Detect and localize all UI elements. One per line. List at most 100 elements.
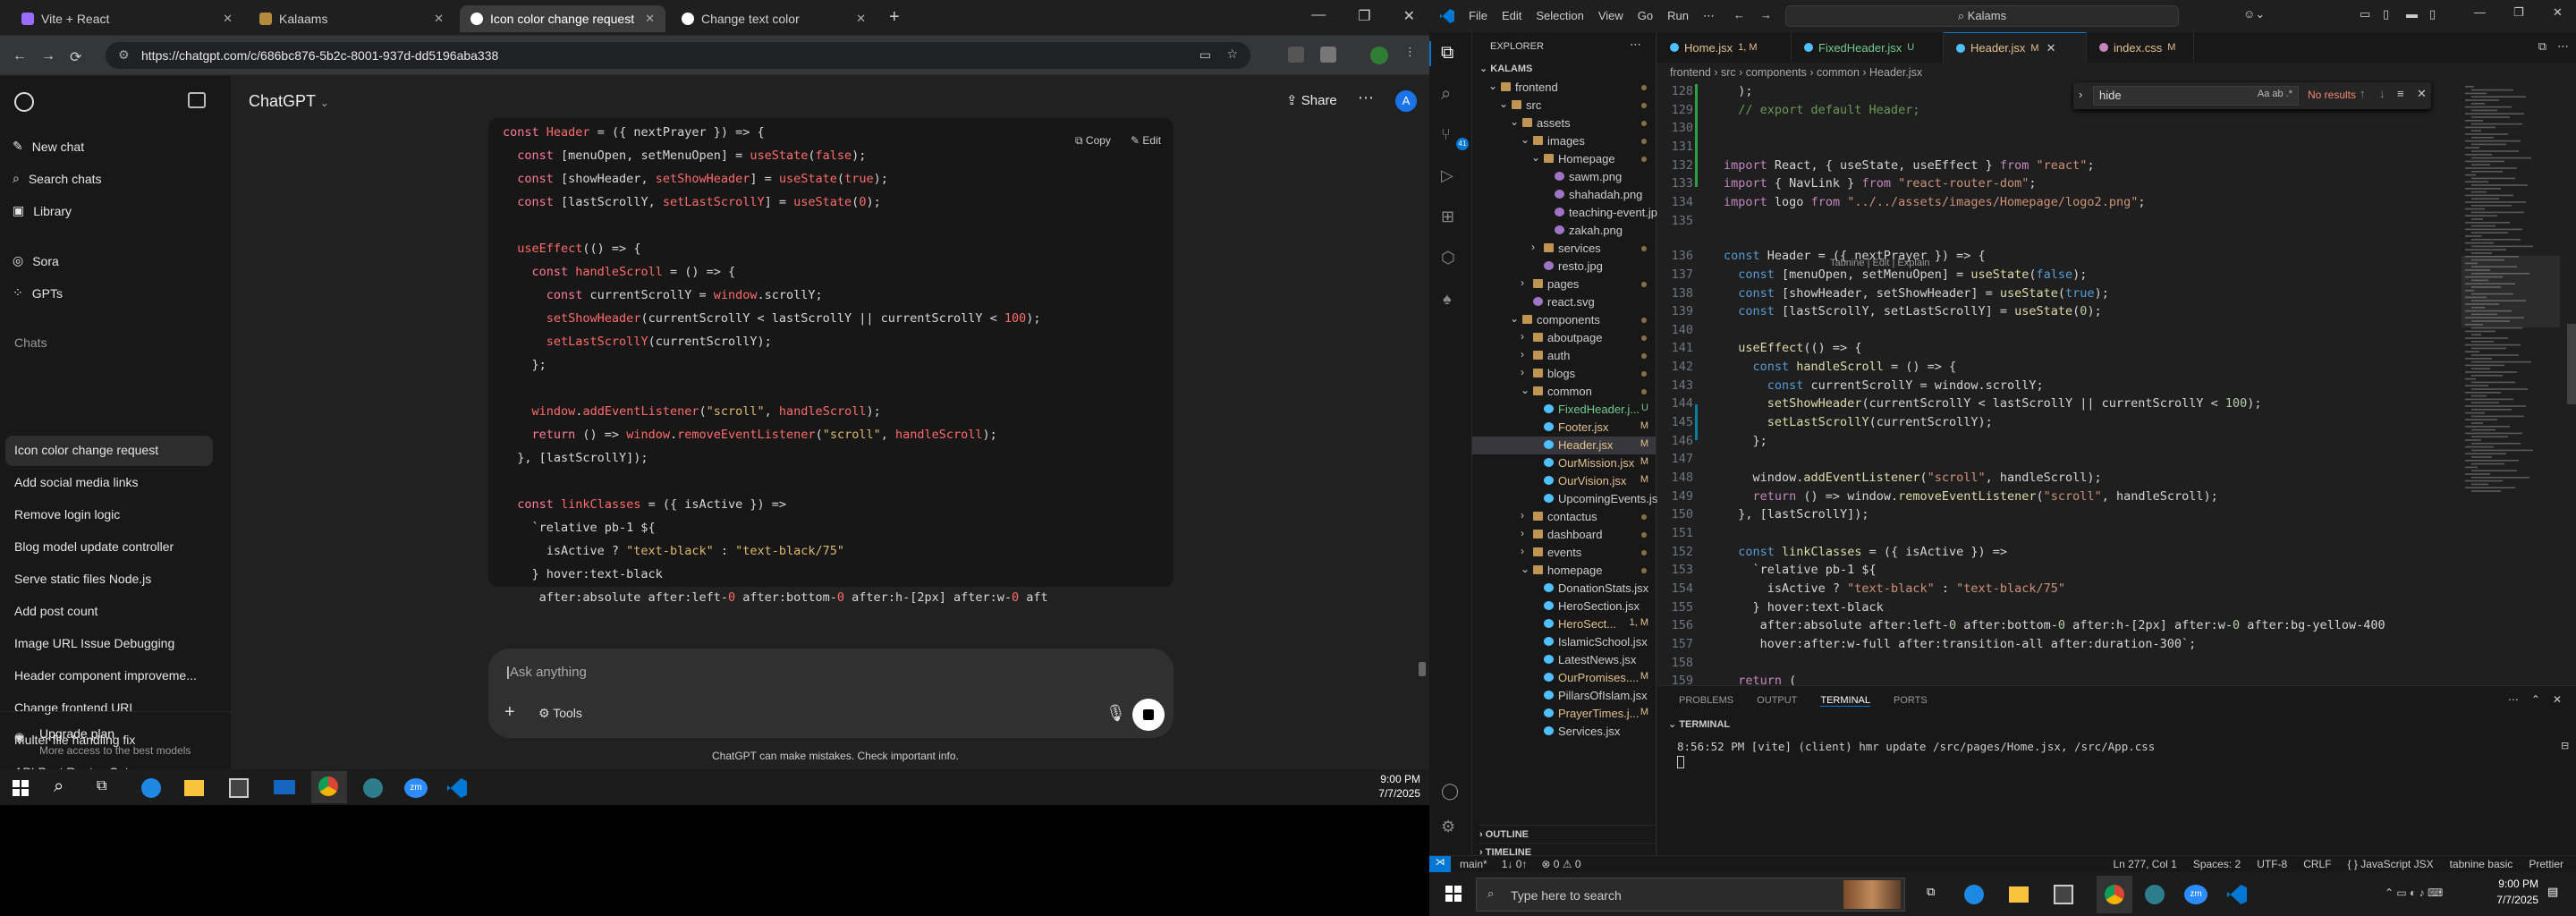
maximize-icon[interactable]: ❐ [2513,5,2524,20]
mongodb-icon[interactable]: ♠ [1443,290,1452,309]
library-button[interactable]: ▣ Library [13,203,72,218]
share-button[interactable]: ⇪ Share [1286,92,1337,108]
browser-tab-active[interactable]: Icon color change request ✕ [460,5,665,32]
user-avatar[interactable]: A [1395,90,1417,112]
terminal-cursor[interactable] [1677,756,1684,768]
chat-history-item[interactable]: Header component improveme... [14,668,197,683]
tree-item[interactable]: ⌄ common [1472,383,1656,401]
chrome-taskbar-active[interactable] [311,771,347,803]
run-debug-icon[interactable]: ▷ [1441,166,1453,185]
tree-item[interactable]: resto.jpg [1472,258,1656,276]
find-input[interactable]: hide Aa ab .* [2093,86,2299,106]
task-view-icon[interactable]: ⧉ [97,778,106,794]
start-icon[interactable] [13,780,29,796]
status-item[interactable]: Prettier [2529,858,2563,870]
tree-item[interactable]: react.svg [1472,293,1656,311]
editor-tab[interactable]: Header.jsx M ✕ [1944,32,2087,63]
toggle-sidebar-icon[interactable] [188,92,206,108]
toggle-replace-icon[interactable]: › [2079,88,2082,101]
tree-item[interactable]: ⌄ assets [1472,114,1656,132]
match-options-icons[interactable]: Aa ab .* [2258,89,2292,99]
split-editor-icon[interactable]: ⧉ [2538,39,2546,54]
status-item[interactable]: main* [1460,858,1487,870]
chrome-taskbar-active[interactable] [2097,876,2132,913]
tree-item[interactable]: ⌄ images [1472,132,1656,150]
taskbar-search[interactable]: ⌕ Type here to search [1476,878,1905,912]
close-window-icon[interactable]: ✕ [2553,5,2563,20]
task-view-icon[interactable]: ⧉ [1927,885,1935,899]
editor-scrollbar-thumb[interactable] [2567,324,2576,404]
store-icon[interactable] [229,778,249,798]
tree-item[interactable]: PillarsOfIslam.jsx [1472,687,1656,705]
sora-button[interactable]: ◎ Sora [13,253,59,268]
tree-item[interactable]: ⌄ components [1472,311,1656,329]
panel-tab[interactable]: PORTS [1894,695,1928,707]
next-match-icon[interactable]: ↓ [2379,87,2385,100]
tree-item[interactable]: shahadah.png [1472,186,1656,204]
menu-item[interactable]: Run [1667,9,1689,23]
close-find-icon[interactable]: ✕ [2417,87,2427,101]
vscode-icon[interactable] [2227,885,2247,904]
chat-history-item[interactable]: Blog model update controller [14,539,174,554]
breadcrumb-item[interactable]: src [1721,66,1736,79]
close-window-icon[interactable]: ✕ [1403,7,1415,25]
maximize-panel-icon[interactable]: ⌃ [2531,693,2540,706]
tree-item[interactable]: UpcomingEvents.jsx [1472,490,1664,508]
toggle-sidebar-icon[interactable]: ▯ [2383,7,2389,21]
minimap[interactable] [2462,86,2560,506]
chat-history-item[interactable]: Icon color change request [14,443,158,457]
close-icon[interactable]: ✕ [645,12,655,26]
panel-tab[interactable]: TERMINAL [1820,695,1870,707]
install-icon[interactable]: ▭ [1199,47,1211,63]
menu-item[interactable]: View [1598,9,1623,23]
tree-item[interactable]: zakah.png [1472,222,1656,240]
status-item[interactable]: { } JavaScript JSX [2348,858,2434,870]
more-options-icon[interactable]: ⋯ [1358,89,1374,107]
edge-icon[interactable] [1964,885,1984,904]
system-tray-icons[interactable]: ⌃ ▭ ◐ ♪ ⌨ [2385,886,2443,899]
workspace-root[interactable]: ⌄ KALAMS [1479,63,1532,74]
scrollbar-thumb[interactable] [1419,662,1426,676]
status-item[interactable]: Spaces: 2 [2193,858,2241,870]
extension-icon[interactable] [1320,47,1336,63]
notifications-icon[interactable]: ▤ [2547,885,2558,899]
terminal-instance-icon[interactable]: ⊟ [2561,740,2569,751]
minimize-icon[interactable]: — [1311,7,1326,25]
remote-icon[interactable]: ⬡ [1441,249,1455,267]
profile-avatar[interactable] [1370,47,1388,64]
url-bar[interactable]: ⚙ https://chatgpt.com/c/686bc876-5b2c-80… [106,42,1250,69]
forward-icon[interactable]: → [1760,8,1772,21]
back-icon[interactable]: ← [1733,8,1745,21]
new-tab-icon[interactable]: + [889,7,900,28]
account-icon[interactable]: ◯ [1441,782,1459,801]
close-icon[interactable]: ✕ [856,12,866,26]
browser-tab[interactable]: Change text color ✕ [671,5,877,32]
browser-tab[interactable]: Kalaams ✕ [249,5,454,32]
toggle-secondary-icon[interactable]: ▯ [2429,7,2436,21]
chat-history-item[interactable]: Add social media links [14,475,139,489]
tree-item[interactable]: › auth [1472,347,1656,365]
file-explorer-icon[interactable] [184,780,204,796]
tree-item[interactable]: › blogs [1472,365,1656,383]
minimize-icon[interactable]: — [2474,5,2486,19]
tree-item[interactable]: Header.jsx M [1472,437,1656,454]
app-icon[interactable] [2145,885,2165,904]
app-icon[interactable] [363,778,383,798]
search-icon[interactable]: ⌕ [1441,84,1451,105]
tree-item[interactable]: OurPromises.... M [1472,669,1656,687]
stop-button[interactable] [1132,699,1165,731]
tools-button[interactable]: ⚙ Tools [538,706,582,721]
edge-icon[interactable] [141,778,161,798]
more-actions-icon[interactable]: ⋯ [2557,39,2569,54]
menu-item[interactable]: Go [1638,9,1653,23]
status-item[interactable]: 1↓ 0↑ [1502,858,1528,870]
tree-item[interactable]: FixedHeader.j... U [1472,401,1656,419]
breadcrumb-item[interactable]: frontend [1670,66,1711,79]
tree-item[interactable]: DonationStats.jsx [1472,580,1656,598]
edit-button[interactable]: ✎ Edit [1131,134,1161,147]
copilot-icon[interactable]: ☺⌄ [2243,7,2265,21]
reload-icon[interactable]: ⟳ [70,48,81,66]
tree-item[interactable]: LatestNews.jsx [1472,651,1656,669]
tree-item[interactable]: teaching-event.jpg [1472,204,1664,222]
menu-item[interactable]: Selection [1536,9,1583,23]
